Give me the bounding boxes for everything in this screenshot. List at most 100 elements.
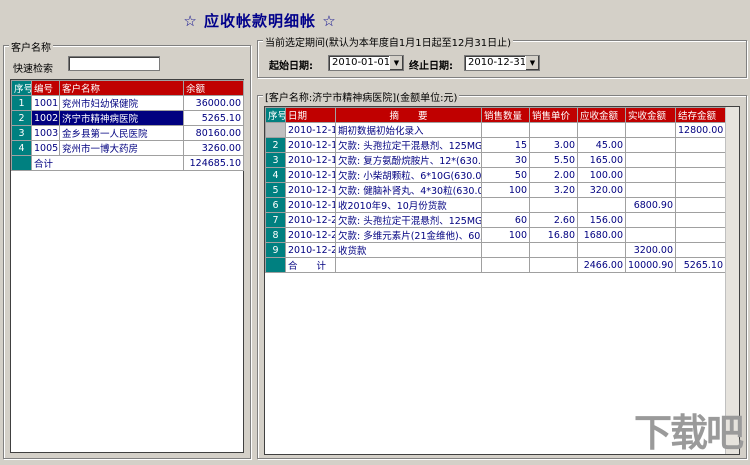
row-idx: 3 <box>11 125 32 141</box>
detail-row[interactable]: 72010-12-22欠款: 头孢拉定干混悬剂、125MG*12:602.601… <box>265 212 726 228</box>
row-qty <box>481 242 530 258</box>
detail-row[interactable]: 62010-12-16收2010年9、10月份货款 6800.90 <box>265 197 726 213</box>
col-header-price: 销售单价 <box>529 107 578 123</box>
customer-grid: 序号 编号 客户名称 余额 1 1001 兖州市妇幼保健院 36000.00 2… <box>10 79 244 453</box>
row-receivable: 165.00 <box>577 152 626 168</box>
row-summary: 欠款: 头孢拉定干混悬剂、125MG*12: <box>335 212 482 228</box>
row-idx: 7 <box>265 212 286 228</box>
total-empty <box>481 257 530 273</box>
row-date: 2010-12-16 <box>285 197 336 213</box>
row-balance: 3260.00 <box>183 140 244 156</box>
customer-header-row: 序号 编号 客户名称 余额 <box>11 80 244 96</box>
period-group: 当前选定期间(默认为本年度自1月1日起至12月31日止) 起始日期: 2010-… <box>257 34 747 78</box>
detail-row[interactable]: 42010-12-16欠款: 小柴胡颗粒、6*10G(630.00)502.00… <box>265 167 726 183</box>
col-header-receivable: 应收金额 <box>577 107 626 123</box>
col-header-received: 实收金额 <box>625 107 676 123</box>
col-header-balance: 余额 <box>183 80 244 96</box>
customer-group: 客户名称 快速检索 序号 编号 客户名称 余额 1 1001 兖州市妇幼保健院 … <box>3 39 251 459</box>
detail-header-row: 序号 日期 摘 要 销售数量 销售单价 应收金额 实收金额 结存金额 <box>265 107 726 123</box>
row-idx: 4 <box>11 140 32 156</box>
total-received: 10000.90 <box>625 257 676 273</box>
end-date-combo[interactable]: 2010-12-31 ▼ <box>464 55 540 71</box>
row-receivable <box>577 197 626 213</box>
row-receivable: 45.00 <box>577 137 626 153</box>
row-balance: 36000.00 <box>183 95 244 111</box>
end-date-label: 终止日期: <box>409 61 453 72</box>
period-group-label: 当前选定期间(默认为本年度自1月1日起至12月31日止) <box>263 34 513 49</box>
row-idx <box>11 155 32 171</box>
row-balance: 5265.10 <box>183 110 244 126</box>
row-receivable <box>577 122 626 138</box>
row-qty: 100 <box>481 227 530 243</box>
row-receivable: 100.00 <box>577 167 626 183</box>
row-date: 2010-12-16 <box>285 182 336 198</box>
row-balance: 80160.00 <box>183 125 244 141</box>
end-date-value: 2010-12-31 <box>468 57 527 68</box>
customer-row[interactable]: 1 1001 兖州市妇幼保健院 36000.00 <box>11 95 244 111</box>
row-summary: 欠款: 健脑补肾丸、4*30粒(630.00) <box>335 182 482 198</box>
detail-row[interactable]: 52010-12-16欠款: 健脑补肾丸、4*30粒(630.00)1003.2… <box>265 182 726 198</box>
row-balance <box>675 152 726 168</box>
customer-row[interactable]: 3 1003 金乡县第一人民医院 80160.00 <box>11 125 244 141</box>
detail-row[interactable]: 92010-12-25收货款 3200.00 <box>265 242 726 258</box>
row-summary: 欠款: 多维元素片(21金维他)、60片 <box>335 227 482 243</box>
row-qty: 60 <box>481 212 530 228</box>
detail-row[interactable]: 32010-12-16欠款: 复方氨酚烷胺片、12*(630.00305.501… <box>265 152 726 168</box>
end-date-dropdown-icon[interactable]: ▼ <box>525 56 539 70</box>
row-qty: 50 <box>481 167 530 183</box>
col-header-name: 客户名称 <box>59 80 184 96</box>
col-header-summary: 摘 要 <box>335 107 482 123</box>
row-summary: 欠款: 复方氨酚烷胺片、12*(630.00 <box>335 152 482 168</box>
row-balance: 12800.00 <box>675 122 726 138</box>
row-idx: 9 <box>265 242 286 258</box>
detail-total-row: 合 计 2466.00 10000.90 5265.10 <box>265 257 726 273</box>
detail-row[interactable]: 22010-12-16欠款: 头孢拉定干混悬剂、125MG*12:153.004… <box>265 137 726 153</box>
row-balance <box>675 212 726 228</box>
row-price <box>529 197 578 213</box>
row-summary: 欠款: 头孢拉定干混悬剂、125MG*12: <box>335 137 482 153</box>
row-idx: 3 <box>265 152 286 168</box>
row-date: 2010-12-16 <box>285 137 336 153</box>
row-idx: 8 <box>265 227 286 243</box>
row-price <box>529 242 578 258</box>
row-price: 3.00 <box>529 137 578 153</box>
row-date: 2010-12-16 <box>285 167 336 183</box>
customer-row[interactable]: 4 1005 兖州市一博大药房 3260.00 <box>11 140 244 156</box>
col-header-idx: 序号 <box>11 80 32 96</box>
detail-row[interactable]: 82010-12-22欠款: 多维元素片(21金维他)、60片10016.801… <box>265 227 726 243</box>
row-receivable: 320.00 <box>577 182 626 198</box>
page-title: ☆ 应收帐款明细帐 ☆ <box>183 12 337 30</box>
quick-search-input[interactable] <box>68 56 160 71</box>
row-idx <box>265 257 286 273</box>
row-idx: 2 <box>11 110 32 126</box>
row-idx: 1 <box>11 95 32 111</box>
row-price: 3.20 <box>529 182 578 198</box>
row-summary: 收2010年9、10月份货款 <box>335 197 482 213</box>
row-name: 兖州市一博大药房 <box>59 140 184 156</box>
start-date-combo[interactable]: 2010-01-01 ▼ <box>328 55 404 71</box>
row-balance <box>675 137 726 153</box>
row-summary: 欠款: 小柴胡颗粒、6*10G(630.00) <box>335 167 482 183</box>
customer-row-selected[interactable]: 2 1002 济宁市精神病医院 5265.10 <box>11 110 244 126</box>
row-idx: 5 <box>265 182 286 198</box>
col-header-code: 编号 <box>31 80 60 96</box>
total-receivable: 2466.00 <box>577 257 626 273</box>
row-name: 兖州市妇幼保健院 <box>59 95 184 111</box>
col-header-balance: 结存金额 <box>675 107 726 123</box>
row-receivable: 1680.00 <box>577 227 626 243</box>
row-received <box>625 167 676 183</box>
row-balance <box>675 197 726 213</box>
detail-row[interactable]: 2010-12-16期初数据初始化录入 12800.00 <box>265 122 726 138</box>
row-price: 2.00 <box>529 167 578 183</box>
row-date: 2010-12-25 <box>285 242 336 258</box>
row-code: 1001 <box>31 95 60 111</box>
row-idx: 4 <box>265 167 286 183</box>
watermark-logo: 下载吧 <box>633 411 744 455</box>
row-price <box>529 122 578 138</box>
row-price: 2.60 <box>529 212 578 228</box>
row-date: 2010-12-22 <box>285 227 336 243</box>
row-date: 2010-12-16 <box>285 122 336 138</box>
start-date-dropdown-icon[interactable]: ▼ <box>389 56 403 70</box>
total-empty <box>335 257 482 273</box>
row-summary: 收货款 <box>335 242 482 258</box>
